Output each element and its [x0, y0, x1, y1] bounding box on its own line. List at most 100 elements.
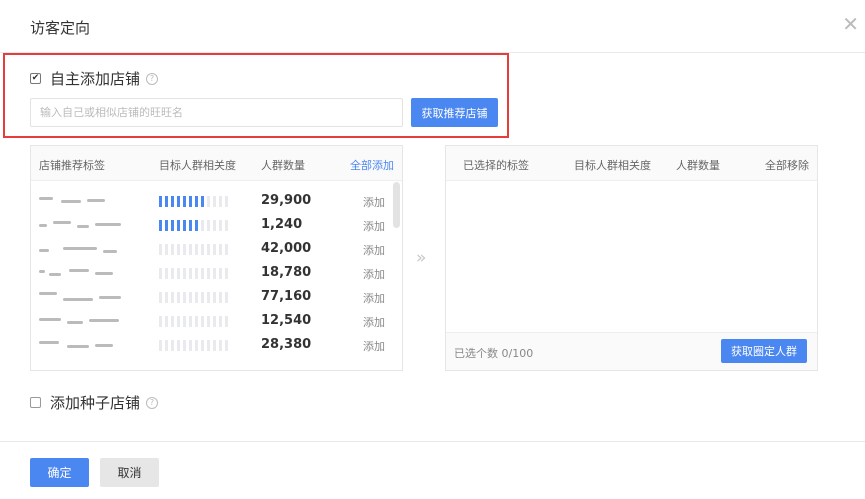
relevance-segment	[207, 196, 210, 207]
get-crowd-button[interactable]: 获取圈定人群	[721, 339, 807, 363]
seed-shop-checkbox[interactable]	[30, 397, 41, 408]
footer-divider	[0, 441, 865, 442]
add-link[interactable]: 添加	[363, 314, 385, 330]
relevance-segment	[213, 196, 216, 207]
relevance-segment	[207, 316, 210, 327]
remove-all-link[interactable]: 全部移除	[765, 157, 809, 173]
relevance-segment	[201, 244, 204, 255]
relevance-segment	[171, 340, 174, 351]
relevance-segment	[159, 316, 162, 327]
table-row: 29,900 添加	[31, 189, 390, 213]
relevance-segment	[219, 268, 222, 279]
relevance-segment	[195, 244, 198, 255]
redacted-text	[39, 270, 45, 273]
cancel-button[interactable]: 取消	[100, 458, 159, 487]
help-icon[interactable]: ?	[146, 396, 159, 409]
redacted-text	[69, 269, 89, 272]
relevance-meter	[159, 292, 231, 303]
relevance-segment	[195, 292, 198, 303]
relevance-segment	[165, 268, 168, 279]
add-link[interactable]: 添加	[363, 266, 385, 282]
check-icon: ✔	[31, 73, 40, 83]
relevance-segment	[171, 316, 174, 327]
confirm-button[interactable]: 确定	[30, 458, 89, 487]
relevance-segment	[201, 340, 204, 351]
relevance-segment	[225, 340, 228, 351]
table-row: 77,160 添加	[31, 285, 390, 309]
redacted-text	[49, 273, 61, 276]
seed-shop-label: 添加种子店铺	[50, 394, 141, 412]
add-link[interactable]: 添加	[363, 290, 385, 306]
relevance-segment	[177, 292, 180, 303]
relevance-meter	[159, 316, 231, 327]
col-relevance: 目标人群相关度	[574, 159, 651, 172]
relevance-segment	[225, 268, 228, 279]
redacted-text	[39, 197, 53, 200]
crowd-count: 1,240	[261, 217, 303, 232]
relevance-meter	[159, 268, 231, 279]
relevance-meter	[159, 220, 231, 231]
relevance-segment	[201, 268, 204, 279]
right-table-header: 已选择的标签 目标人群相关度 人群数量 全部移除	[446, 146, 817, 181]
self-add-label: 自主添加店铺	[50, 70, 141, 88]
help-icon[interactable]: ?	[146, 72, 159, 85]
redacted-text	[67, 345, 89, 348]
relevance-segment	[213, 340, 216, 351]
relevance-segment	[213, 292, 216, 303]
add-link[interactable]: 添加	[363, 218, 385, 234]
relevance-segment	[207, 268, 210, 279]
redacted-text	[39, 318, 61, 321]
add-link[interactable]: 添加	[363, 242, 385, 258]
shop-tag-name	[39, 315, 127, 325]
relevance-segment	[225, 196, 228, 207]
right-panel-footer: 已选个数 0/100 获取圈定人群	[446, 332, 817, 370]
relevance-segment	[195, 316, 198, 327]
relevance-segment	[159, 220, 162, 231]
add-link[interactable]: 添加	[363, 338, 385, 354]
relevance-segment	[183, 196, 186, 207]
selected-count: 已选个数 0/100	[454, 347, 534, 360]
relevance-segment	[207, 220, 210, 231]
crowd-count: 77,160	[261, 289, 312, 304]
relevance-meter	[159, 244, 231, 255]
redacted-text	[39, 292, 57, 295]
dialog-title: 访客定向	[30, 19, 91, 37]
relevance-segment	[171, 268, 174, 279]
relevance-segment	[189, 316, 192, 327]
shop-tag-name	[39, 195, 127, 205]
relevance-segment	[177, 220, 180, 231]
relevance-segment	[195, 268, 198, 279]
col-shop-tag: 店铺推荐标签	[39, 159, 105, 172]
relevance-segment	[183, 244, 186, 255]
shop-tag-name	[39, 267, 127, 277]
relevance-segment	[189, 292, 192, 303]
close-icon[interactable]: ✕	[842, 14, 859, 34]
add-link[interactable]: 添加	[363, 194, 385, 210]
redacted-text	[63, 247, 97, 250]
relevance-segment	[207, 244, 210, 255]
relevance-segment	[225, 244, 228, 255]
relevance-meter	[159, 340, 231, 351]
shop-tag-name	[39, 339, 127, 349]
relevance-segment	[171, 220, 174, 231]
relevance-segment	[165, 220, 168, 231]
recommended-tags-panel: 店铺推荐标签 目标人群相关度 人群数量 全部添加 29,900 添加 1,240 添加…	[30, 145, 403, 371]
relevance-segment	[225, 220, 228, 231]
relevance-segment	[177, 244, 180, 255]
get-recommended-shops-button[interactable]: 获取推荐店铺	[411, 98, 498, 127]
redacted-text	[39, 249, 49, 252]
redacted-text	[39, 224, 47, 227]
relevance-segment	[177, 196, 180, 207]
self-add-checkbox[interactable]: ✔	[30, 73, 41, 84]
add-all-link[interactable]: 全部添加	[350, 157, 394, 173]
crowd-count: 18,780	[261, 265, 312, 280]
scrollbar[interactable]	[393, 182, 400, 228]
table-row: 18,780 添加	[31, 261, 390, 285]
wangwang-input[interactable]	[30, 98, 403, 127]
relevance-segment	[159, 340, 162, 351]
selected-tags-panel: 已选择的标签 目标人群相关度 人群数量 全部移除 已选个数 0/100 获取圈定…	[445, 145, 818, 371]
redacted-text	[103, 250, 117, 253]
relevance-segment	[219, 220, 222, 231]
table-row: 1,240 添加	[31, 213, 390, 237]
relevance-segment	[183, 316, 186, 327]
